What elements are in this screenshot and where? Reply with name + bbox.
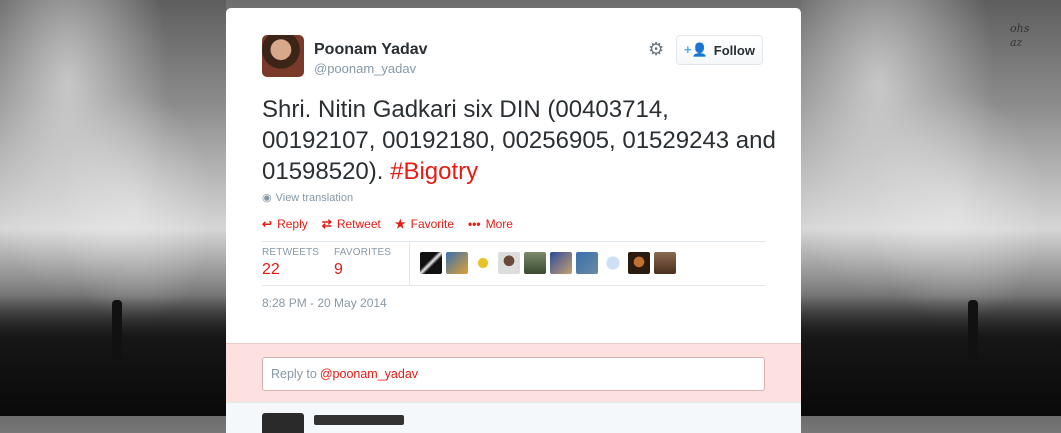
retweeter-avatar[interactable] [576, 252, 598, 274]
more-label: More [485, 217, 513, 231]
retweeter-avatar[interactable] [602, 252, 624, 274]
author-name[interactable]: Poonam Yadav [314, 41, 428, 59]
more-dots-icon: ••• [467, 217, 481, 231]
favorites-label: FAVORITES [334, 247, 392, 258]
next-reply-name [314, 415, 404, 425]
stats-separator [409, 241, 410, 285]
retweet-label: Retweet [336, 217, 381, 231]
background-figure-left [112, 300, 122, 360]
globe-icon: ◉ [262, 192, 272, 204]
follow-label: Follow [713, 42, 755, 58]
tweet-text: Shri. Nitin Gadkari six DIN (00403714, 0… [262, 94, 782, 187]
retweeter-avatar[interactable] [628, 252, 650, 274]
retweeter-avatar[interactable] [498, 252, 520, 274]
background-text-line1: ohs [1010, 22, 1030, 35]
hashtag-link[interactable]: #Bigotry [390, 158, 478, 185]
tweet-card: Poonam Yadav @poonam_yadav ⚙ +👤 Follow S… [226, 8, 801, 433]
retweet-icon: ⇄ [321, 217, 332, 231]
retweeter-avatars [420, 252, 676, 274]
retweeter-avatar[interactable] [550, 252, 572, 274]
next-reply-row[interactable] [226, 402, 801, 433]
reply-prefix: Reply to [271, 367, 317, 381]
author-handle[interactable]: @poonam_yadav [314, 61, 416, 76]
avatar [262, 413, 304, 433]
stats-divider-top [262, 241, 765, 242]
view-translation-link[interactable]: ◉ View translation [262, 191, 354, 205]
favorites-count: 9 [334, 261, 343, 278]
background-figure-right [968, 300, 978, 360]
reply-button[interactable]: ↩ Reply [262, 217, 308, 231]
reply-mention: @poonam_yadav [319, 367, 419, 381]
retweeter-avatar[interactable] [524, 252, 546, 274]
favorite-label: Favorite [410, 217, 454, 231]
retweeter-avatar[interactable] [654, 252, 676, 274]
avatar[interactable] [262, 35, 304, 77]
stats-divider-bottom [262, 285, 765, 286]
view-translation-label: View translation [275, 191, 354, 204]
gear-icon[interactable]: ⚙ [648, 40, 666, 58]
tweet-actions: ↩ Reply ⇄ Retweet ★ Favorite ••• More [262, 217, 517, 231]
retweets-label: RETWEETS [262, 247, 320, 258]
retweets-count: 22 [262, 261, 280, 278]
retweet-button[interactable]: ⇄ Retweet [322, 217, 381, 231]
add-user-icon: +👤 [684, 42, 708, 57]
reply-icon: ↩ [262, 217, 273, 231]
more-button[interactable]: ••• More [468, 217, 513, 231]
retweets-stat[interactable]: RETWEETS 22 [262, 247, 319, 279]
tweet-timestamp[interactable]: 8:28 PM - 20 May 2014 [262, 296, 387, 310]
background-text-line2: az [1010, 36, 1023, 49]
retweeter-avatar[interactable] [420, 252, 442, 274]
reply-input[interactable]: Reply to @poonam_yadav [262, 357, 765, 391]
favorite-button[interactable]: ★ Favorite [395, 217, 454, 231]
star-icon: ★ [394, 217, 406, 231]
follow-button[interactable]: +👤 Follow [676, 35, 763, 65]
background-text: ohs az [1010, 22, 1029, 50]
favorites-stat[interactable]: FAVORITES 9 [334, 247, 391, 279]
retweeter-avatar[interactable] [472, 252, 494, 274]
tweet-text-main: Shri. Nitin Gadkari six DIN (00403714, 0… [262, 96, 776, 185]
reply-label: Reply [277, 217, 308, 231]
retweeter-avatar[interactable] [446, 252, 468, 274]
background-ground-right [801, 296, 1061, 416]
